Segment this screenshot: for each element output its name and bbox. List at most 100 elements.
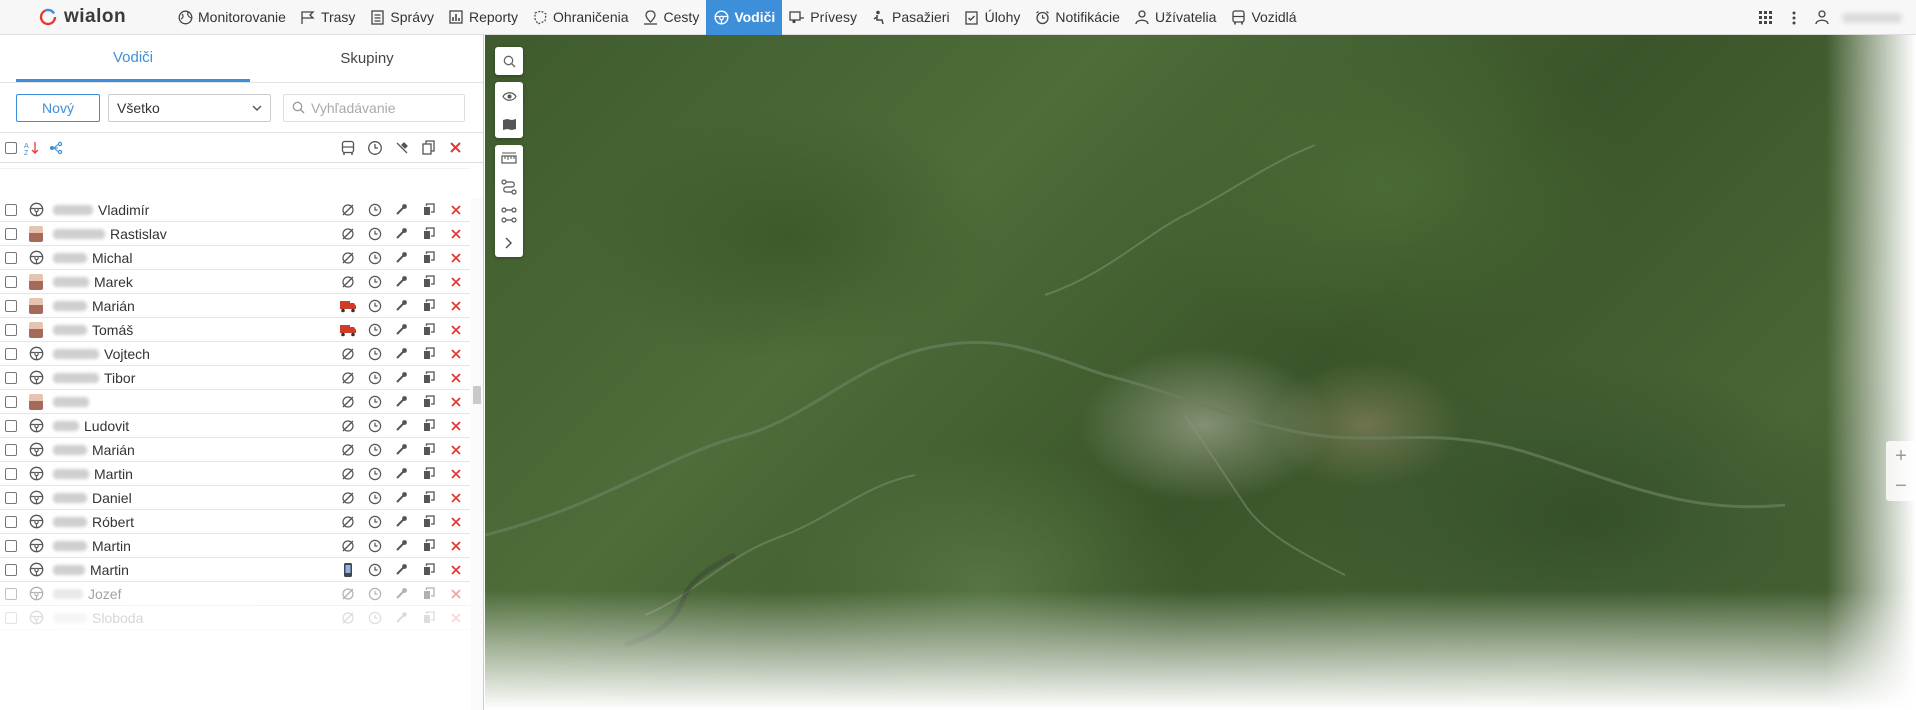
copy-icon[interactable]	[415, 392, 442, 412]
wrench-icon[interactable]	[388, 512, 415, 532]
nav-item-12[interactable]: Vozidlá	[1223, 0, 1303, 35]
list-item[interactable]: Vladimír	[0, 198, 470, 222]
truck-icon[interactable]	[334, 320, 361, 340]
nav-item-10[interactable]: Notifikácie	[1027, 0, 1127, 35]
group-hierarchy-icon[interactable]	[47, 139, 65, 157]
history-clock-icon[interactable]	[361, 320, 388, 340]
driver-name[interactable]: Marek	[53, 274, 133, 290]
wialon-logo[interactable]: wialon	[0, 0, 170, 35]
delete-icon[interactable]	[442, 248, 469, 268]
driver-name[interactable]: Michal	[53, 250, 132, 266]
copy-icon[interactable]	[415, 488, 442, 508]
zoom-in-button[interactable]: +	[1886, 441, 1916, 471]
delete-icon[interactable]	[442, 296, 469, 316]
list-item[interactable]: Ludovit	[0, 414, 470, 438]
unbound-unit-icon[interactable]	[334, 392, 361, 412]
unbound-unit-icon[interactable]	[334, 608, 361, 628]
unbound-unit-icon[interactable]	[334, 416, 361, 436]
wrench-icon[interactable]	[388, 584, 415, 604]
unbound-unit-icon[interactable]	[334, 440, 361, 460]
wrench-icon[interactable]	[388, 392, 415, 412]
driver-name[interactable]: Ludovit	[53, 418, 129, 434]
wrench-icon[interactable]	[388, 416, 415, 436]
row-checkbox[interactable]	[5, 203, 17, 216]
map-search-icon[interactable]	[495, 47, 523, 75]
history-clock-icon[interactable]	[361, 296, 388, 316]
row-checkbox[interactable]	[5, 323, 17, 336]
nav-item-11[interactable]: Užívatelia	[1127, 0, 1223, 35]
truck-icon[interactable]	[334, 296, 361, 316]
wrench-icon[interactable]	[388, 200, 415, 220]
delete-icon[interactable]	[442, 368, 469, 388]
list-item[interactable]: Martin	[0, 558, 470, 582]
history-clock-icon[interactable]	[361, 584, 388, 604]
more-vertical-icon[interactable]	[1780, 0, 1808, 35]
row-checkbox[interactable]	[5, 347, 17, 360]
row-checkbox[interactable]	[5, 275, 17, 288]
copy-icon[interactable]	[415, 608, 442, 628]
row-checkbox[interactable]	[5, 563, 17, 576]
list-scrollbar[interactable]	[471, 198, 483, 710]
apps-grid-icon[interactable]	[1752, 0, 1780, 35]
list-item[interactable]: Daniel	[0, 486, 470, 510]
history-clock-icon[interactable]	[361, 224, 388, 244]
unbound-unit-icon[interactable]	[334, 368, 361, 388]
unbound-unit-icon[interactable]	[334, 488, 361, 508]
driver-name[interactable]: Jozef	[53, 586, 121, 602]
unbound-unit-icon[interactable]	[334, 248, 361, 268]
driver-name[interactable]: Vladimír	[53, 202, 149, 218]
history-clock-icon[interactable]	[361, 392, 388, 412]
wrench-icon[interactable]	[388, 320, 415, 340]
history-clock-icon[interactable]	[361, 536, 388, 556]
unbound-unit-icon[interactable]	[334, 464, 361, 484]
delete-icon[interactable]	[442, 536, 469, 556]
delete-icon[interactable]	[442, 440, 469, 460]
wrench-icon[interactable]	[388, 488, 415, 508]
history-clock-icon[interactable]	[361, 560, 388, 580]
filter-select[interactable]: Všetko	[108, 93, 271, 122]
row-checkbox[interactable]	[5, 491, 17, 504]
driver-name[interactable]: Rastislav	[53, 226, 167, 242]
driver-name[interactable]: Marián	[53, 442, 135, 458]
delete-icon[interactable]	[442, 320, 469, 340]
delete-icon[interactable]	[442, 200, 469, 220]
wrench-icon[interactable]	[388, 272, 415, 292]
row-checkbox[interactable]	[5, 299, 17, 312]
unbound-unit-icon[interactable]	[334, 536, 361, 556]
nav-item-7[interactable]: Prívesy	[782, 0, 864, 35]
list-item[interactable]: Marián	[0, 294, 470, 318]
wrench-icon[interactable]	[388, 560, 415, 580]
wrench-icon[interactable]	[388, 464, 415, 484]
wrench-icon[interactable]	[388, 248, 415, 268]
list-item[interactable]: Róbert	[0, 510, 470, 534]
history-clock-icon[interactable]	[361, 368, 388, 388]
driver-name[interactable]: Tibor	[53, 370, 135, 386]
sort-alphabetical-icon[interactable]: AZ	[23, 139, 41, 157]
copy-icon[interactable]	[415, 296, 442, 316]
nav-item-9[interactable]: Úlohy	[957, 0, 1028, 35]
wrench-icon[interactable]	[388, 224, 415, 244]
list-item[interactable]: Tomáš	[0, 318, 470, 342]
satellite-map[interactable]: + −	[485, 35, 1916, 710]
distance-points-icon[interactable]	[495, 201, 523, 229]
driver-name[interactable]	[53, 396, 94, 407]
row-checkbox[interactable]	[5, 587, 17, 600]
delete-icon[interactable]	[442, 608, 469, 628]
delete-icon[interactable]	[442, 224, 469, 244]
unbound-unit-icon[interactable]	[334, 200, 361, 220]
row-checkbox[interactable]	[5, 611, 17, 624]
search-input[interactable]	[311, 99, 461, 116]
list-item[interactable]: Rastislav	[0, 222, 470, 246]
list-item[interactable]: Martin	[0, 462, 470, 486]
nav-item-1[interactable]: Trasy	[293, 0, 362, 35]
nav-item-6[interactable]: Vodiči	[706, 0, 783, 35]
history-clock-icon[interactable]	[361, 512, 388, 532]
delete-icon[interactable]	[442, 344, 469, 364]
driver-name[interactable]: Daniel	[53, 490, 132, 506]
row-checkbox[interactable]	[5, 539, 17, 552]
copy-icon[interactable]	[415, 200, 442, 220]
driver-name[interactable]: Marián	[53, 298, 135, 314]
history-clock-icon[interactable]	[361, 440, 388, 460]
select-all-checkbox[interactable]	[5, 141, 17, 154]
history-clock-icon[interactable]	[361, 464, 388, 484]
